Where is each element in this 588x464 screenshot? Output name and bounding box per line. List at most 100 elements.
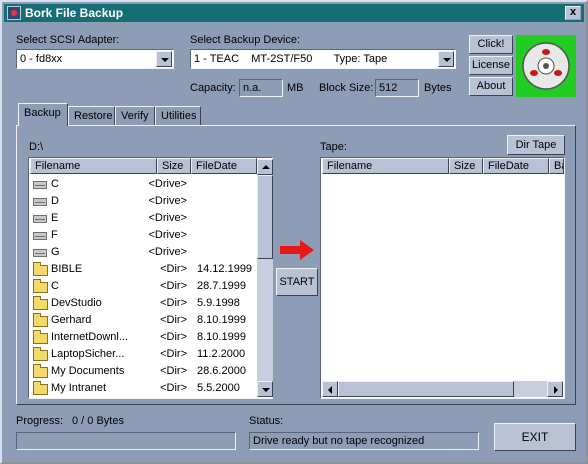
app-window: Bork File Backup x Select SCSI Adapter: … xyxy=(0,0,588,464)
list-item[interactable]: My Intranet <Dir> 5.5.2000 xyxy=(31,380,255,397)
progress-label: Progress: xyxy=(16,415,64,427)
folder-icon xyxy=(33,330,48,344)
column-header-filename[interactable]: Filename xyxy=(30,158,157,174)
item-size: <Dir> xyxy=(160,263,187,275)
item-size: <Dir> xyxy=(160,280,187,292)
item-filedate: 8.10.1999 xyxy=(197,331,246,343)
drive-icon xyxy=(33,181,47,189)
block-size-unit: Bytes xyxy=(424,82,452,94)
list-item[interactable]: InternetDownl... <Dir> 8.10.1999 xyxy=(31,329,255,346)
drive-icon xyxy=(33,198,47,206)
capacity-field: n.a. xyxy=(239,79,283,97)
list-item[interactable]: C <Dir> 28.7.1999 xyxy=(31,278,255,295)
item-size: <Dir> xyxy=(160,297,187,309)
backup-device-select[interactable]: 1 - TEAC MT-2ST/F50 Type: Tape xyxy=(190,49,456,69)
item-size: <Dir> xyxy=(160,348,187,360)
about-button[interactable]: About xyxy=(469,77,513,96)
exit-button[interactable]: EXIT xyxy=(494,423,576,451)
item-filedate: 5.9.1998 xyxy=(197,297,240,309)
column-header-filedate[interactable]: FileDate xyxy=(483,158,549,174)
tape-hscrollbar[interactable] xyxy=(322,381,563,397)
source-file-list[interactable]: Filename Size FileDate C <Drive> D <Drive> E… xyxy=(28,157,273,399)
list-item[interactable]: LaptopSicher... <Dir> 11.2.2000 xyxy=(31,346,255,363)
item-size: <Drive> xyxy=(148,178,187,190)
item-filename: My Documents xyxy=(51,365,125,377)
list-item[interactable]: G <Drive> xyxy=(31,244,255,261)
block-size-field: 512 xyxy=(375,79,419,97)
folder-icon xyxy=(33,279,48,293)
tab-utilities[interactable]: Utilities xyxy=(155,106,201,126)
folder-icon xyxy=(33,262,48,276)
progress-bar xyxy=(16,432,236,450)
start-button[interactable]: START xyxy=(276,268,318,296)
backup-device-label: Select Backup Device: xyxy=(190,34,301,46)
list-item[interactable]: DevStudio <Dir> 5.9.1998 xyxy=(31,295,255,312)
hscroll-thumb[interactable] xyxy=(338,381,514,397)
scsi-adapter-value: 0 - fd8xx xyxy=(20,53,63,65)
chevron-down-icon[interactable] xyxy=(438,51,454,67)
list-item[interactable]: E <Drive> xyxy=(31,210,255,227)
block-size-label: Block Size: xyxy=(319,82,374,94)
window-title: Bork File Backup xyxy=(25,6,124,20)
item-filename: F xyxy=(51,229,58,241)
drive-icon xyxy=(33,232,47,240)
drive-icon xyxy=(33,215,47,223)
scroll-right-button[interactable] xyxy=(547,381,563,397)
item-filename: InternetDownl... xyxy=(51,331,129,343)
source-scrollbar[interactable] xyxy=(257,159,273,397)
list-item[interactable]: C <Drive> xyxy=(31,176,255,193)
title-bar[interactable]: Bork File Backup x xyxy=(4,4,584,22)
license-button[interactable]: License xyxy=(469,56,513,75)
item-size: <Dir> xyxy=(160,331,187,343)
folder-icon xyxy=(33,381,48,395)
close-button[interactable]: x xyxy=(565,6,581,20)
tab-verify[interactable]: Verify xyxy=(115,106,155,126)
list-item[interactable]: BIBLE <Dir> 14.12.1999 xyxy=(31,261,255,278)
source-path: D:\ xyxy=(29,141,44,153)
item-filedate: 28.6.2000 xyxy=(197,365,246,377)
list-item[interactable]: F <Drive> xyxy=(31,227,255,244)
folder-icon xyxy=(33,364,48,378)
scsi-adapter-select[interactable]: 0 - fd8xx xyxy=(16,49,174,69)
item-filename: C xyxy=(51,178,59,190)
status-field: Drive ready but no tape recognized xyxy=(249,432,479,450)
item-filedate: 5.5.2000 xyxy=(197,382,240,394)
drive-icon xyxy=(33,249,47,257)
tape-file-list[interactable]: Filename Size FileDate Ba xyxy=(320,157,565,399)
scroll-thumb[interactable] xyxy=(257,175,273,259)
dir-tape-button[interactable]: Dir Tape xyxy=(507,135,565,155)
list-item[interactable]: My Documents <Dir> 28.6.2000 xyxy=(31,363,255,380)
app-icon[interactable] xyxy=(7,6,21,20)
tab-backup[interactable]: Backup xyxy=(18,103,68,126)
column-header-backup[interactable]: Ba xyxy=(549,158,564,174)
tab-restore[interactable]: Restore xyxy=(68,106,115,126)
click-button[interactable]: Click! xyxy=(469,35,513,54)
tape-reel-icon xyxy=(522,42,570,90)
item-filedate: 14.12.1999 xyxy=(197,263,253,275)
item-filename: C xyxy=(51,280,59,292)
column-header-size[interactable]: Size xyxy=(157,158,191,174)
column-header-filename[interactable]: Filename xyxy=(322,158,449,174)
chevron-down-icon[interactable] xyxy=(156,51,172,67)
scroll-up-button[interactable] xyxy=(257,159,273,175)
scroll-left-button[interactable] xyxy=(322,381,338,397)
capacity-label: Capacity: xyxy=(190,82,236,94)
right-arrow-icon xyxy=(280,240,314,260)
item-size: <Dir> xyxy=(160,365,187,377)
item-filedate: 11.2.2000 xyxy=(197,348,246,360)
column-header-filedate[interactable]: FileDate xyxy=(191,158,257,174)
item-size: <Drive> xyxy=(148,229,187,241)
item-size: <Dir> xyxy=(160,314,187,326)
status-label: Status: xyxy=(249,415,284,427)
list-item[interactable]: Gerhard <Dir> 8.10.1999 xyxy=(31,312,255,329)
item-size: <Drive> xyxy=(148,246,187,258)
list-item[interactable]: D <Drive> xyxy=(31,193,255,210)
column-header-size[interactable]: Size xyxy=(449,158,483,174)
tape-label: Tape: xyxy=(320,141,347,153)
scroll-down-button[interactable] xyxy=(257,381,273,397)
tape-reel-logo xyxy=(516,35,576,97)
item-filedate: 28.7.1999 xyxy=(197,280,246,292)
item-filename: G xyxy=(51,246,60,258)
item-filename: LaptopSicher... xyxy=(51,348,125,360)
item-filename: E xyxy=(51,212,59,224)
